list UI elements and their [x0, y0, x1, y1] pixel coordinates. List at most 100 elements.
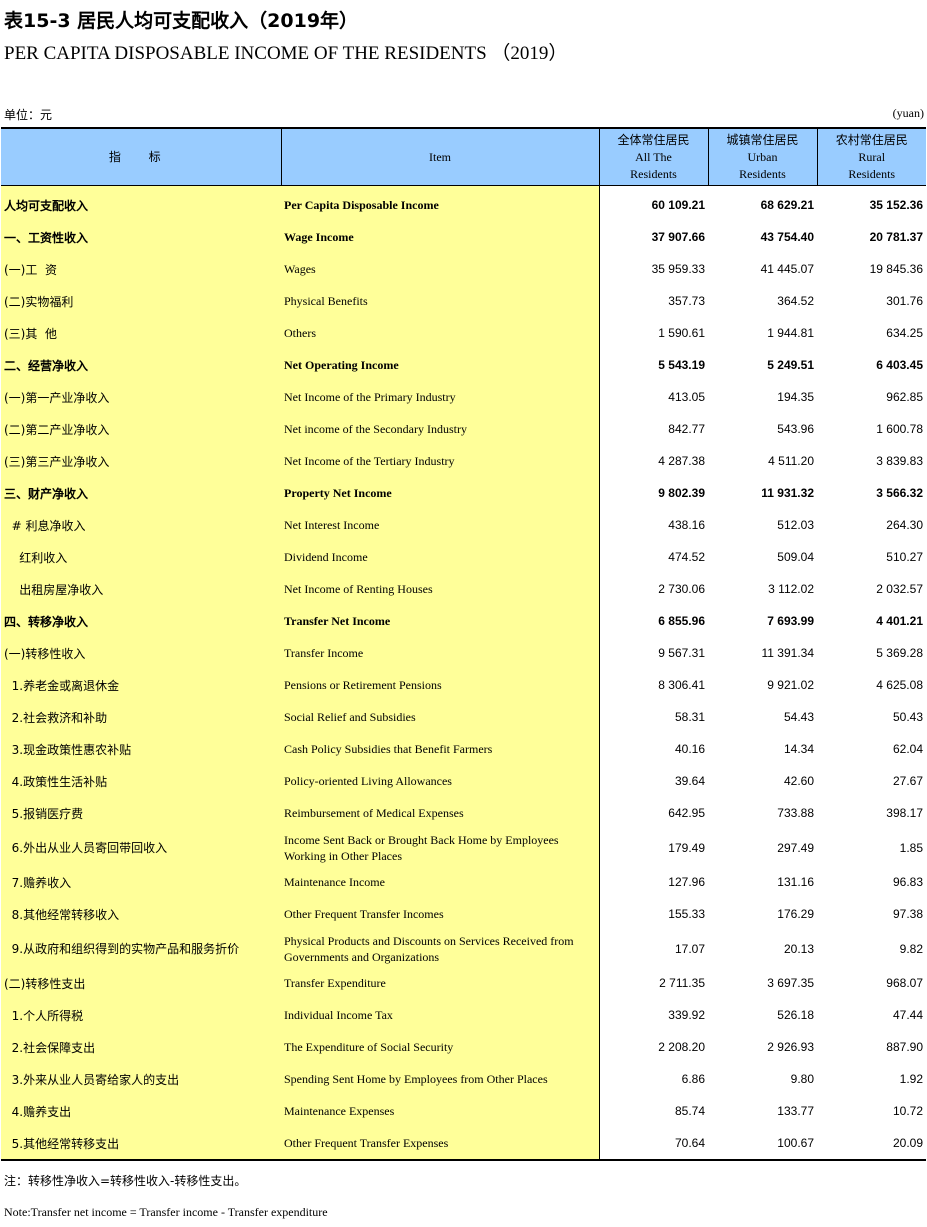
table-row: 四、转移净收入 Transfer Net Income 6 855.96 7 693.… [1, 605, 926, 637]
cell-item-en: The Expenditure of Social Security [281, 1031, 599, 1063]
cell-urban-residents: 733.88 [777, 806, 814, 820]
table-row: 5.报销医疗费 Reimbursement of Medical Expenses… [1, 797, 926, 829]
cell-rural-residents: 27.67 [892, 774, 923, 788]
table-row: 一、工资性收入 Wage Income 37 907.66 43 754.40 20 7… [1, 221, 926, 253]
cell-all-residents: 413.05 [598, 381, 708, 413]
cell-indicator-cn: (二)第二产业净收入 [1, 413, 281, 445]
cell-urban-residents: 512.03 [777, 518, 814, 532]
cell-item-en: Social Relief and Subsidies [281, 701, 599, 733]
cell-indicator-cn: 5.报销医疗费 [1, 797, 281, 829]
cell-all-residents: 4 287.38 [598, 445, 708, 477]
cell-item-en: Wages [281, 253, 599, 285]
page-title-en: PER CAPITA DISPOSABLE INCOME OF THE RESI… [4, 43, 568, 64]
table-row: 2.社会救济和补助 Social Relief and Subsidies 58.… [1, 701, 926, 733]
cell-rural-residents: 62.04 [892, 742, 923, 756]
table-row: 3.外来从业人员寄给家人的支出 Spending Sent Home by Emp… [1, 1063, 926, 1095]
cell-rural-residents: 35 152.36 [869, 198, 923, 212]
header-item: Item [280, 127, 599, 186]
cell-item-en: Per Capita Disposable Income [281, 185, 599, 221]
cell-urban-residents: 5 249.51 [767, 358, 814, 372]
cell-urban-residents: 11 931.32 [761, 486, 814, 500]
cell-item-en: Others [281, 317, 599, 349]
cell-rural-residents: 50.43 [892, 710, 923, 724]
cell-urban-residents: 1 944.81 [767, 326, 814, 340]
cell-item-en: Income Sent Back or Brought Back Home by… [281, 829, 599, 866]
cell-item-en: Wage Income [281, 221, 599, 253]
cell-item-en: Transfer Income [281, 637, 599, 669]
cell-all-residents: 6.86 [598, 1063, 708, 1095]
cell-item-en: Net Operating Income [281, 349, 599, 381]
table-row: (三)第三产业净收入 Net Income of the Tertiary Ind… [1, 445, 926, 477]
cell-all-residents: 40.16 [598, 733, 708, 765]
cell-rural-residents: 5 369.28 [876, 646, 923, 660]
cell-urban-residents: 509.04 [777, 550, 814, 564]
cell-item-en: Maintenance Income [281, 866, 599, 898]
table-header-row: 指 标 Item 全体常住居民 All The Residents 城镇常住居民… [1, 127, 926, 186]
cell-indicator-cn: (二)转移性支出 [1, 967, 281, 999]
cell-rural-residents: 10.72 [892, 1104, 923, 1118]
cell-all-residents: 70.64 [598, 1127, 708, 1161]
cell-item-en: Net Income of Renting Houses [281, 573, 599, 605]
cell-item-en: Physical Benefits [281, 285, 599, 317]
cell-urban-residents: 297.49 [777, 840, 814, 855]
cell-rural-residents: 968.07 [886, 976, 923, 990]
cell-indicator-cn: (二)实物福利 [1, 285, 281, 317]
cell-rural-residents: 2 032.57 [876, 582, 923, 596]
cell-item-en: Net income of the Secondary Industry [281, 413, 599, 445]
cell-rural-residents: 4 401.21 [876, 614, 923, 628]
cell-indicator-cn: 1.个人所得税 [1, 999, 281, 1031]
cell-urban-residents: 43 754.40 [760, 230, 814, 244]
cell-indicator-cn: 5.其他经常转移支出 [1, 1127, 281, 1161]
footnote-en: Note:Transfer net income = Transfer inco… [4, 1205, 328, 1219]
cell-all-residents: 9 802.39 [598, 477, 708, 509]
cell-all-residents: 8 306.41 [598, 669, 708, 701]
cell-indicator-cn: 四、转移净收入 [1, 605, 281, 637]
cell-urban-residents: 7 693.99 [767, 614, 814, 628]
cell-item-en: Policy-oriented Living Allowances [281, 765, 599, 797]
cell-item-en: Property Net Income [281, 477, 599, 509]
table-row: (二)转移性支出 Transfer Expenditure 2 711.35 3 69… [1, 967, 926, 999]
cell-item-en: Cash Policy Subsidies that Benefit Farme… [281, 733, 599, 765]
cell-rural-residents: 20 781.37 [869, 230, 923, 244]
cell-rural-residents: 398.17 [886, 806, 923, 820]
table-row: 8.其他经常转移收入 Other Frequent Transfer Income… [1, 898, 926, 930]
unit-label-cn: 单位：元 [4, 108, 53, 122]
cell-item-en: Other Frequent Transfer Incomes [281, 898, 599, 930]
cell-item-en: Pensions or Retirement Pensions [281, 669, 599, 701]
cell-all-residents: 17.07 [598, 930, 708, 967]
cell-indicator-cn: 1.养老金或离退休金 [1, 669, 281, 701]
cell-rural-residents: 3 839.83 [876, 454, 923, 468]
cell-indicator-cn: 7.赡养收入 [1, 866, 281, 898]
cell-all-residents: 5 543.19 [598, 349, 708, 381]
cell-urban-residents: 364.52 [777, 294, 814, 308]
cell-indicator-cn: 红利收入 [1, 541, 281, 573]
cell-rural-residents: 264.30 [886, 518, 923, 532]
cell-urban-residents: 14.34 [783, 742, 814, 756]
cell-indicator-cn: (一)转移性收入 [1, 637, 281, 669]
header-all-residents: 全体常住居民 All The Residents [598, 127, 708, 186]
table-row: 5.其他经常转移支出 Other Frequent Transfer Expens… [1, 1127, 926, 1161]
cell-item-en: Other Frequent Transfer Expenses [281, 1127, 599, 1161]
cell-rural-residents: 47.44 [892, 1008, 923, 1022]
unit-label-en: (yuan) [892, 106, 924, 120]
cell-item-en: Reimbursement of Medical Expenses [281, 797, 599, 829]
cell-urban-residents: 131.16 [777, 875, 814, 889]
cell-item-en: Net Income of the Tertiary Industry [281, 445, 599, 477]
cell-indicator-cn: 2.社会救济和补助 [1, 701, 281, 733]
table-row: (一)工 资 Wages 35 959.33 41 445.07 19 845.36 [1, 253, 926, 285]
cell-indicator-cn: 二、经营净收入 [1, 349, 281, 381]
cell-urban-residents: 4 511.20 [768, 454, 814, 468]
cell-indicator-cn: 8.其他经常转移收入 [1, 898, 281, 930]
cell-rural-residents: 97.38 [892, 907, 923, 921]
table-row: 1.个人所得税 Individual Income Tax 339.92 526.18… [1, 999, 926, 1031]
cell-rural-residents: 96.83 [892, 875, 923, 889]
cell-indicator-cn: (一)第一产业净收入 [1, 381, 281, 413]
cell-urban-residents: 3 697.35 [767, 976, 814, 990]
cell-all-residents: 339.92 [598, 999, 708, 1031]
table-row: (一)转移性收入 Transfer Income 9 567.31 11 391.34… [1, 637, 926, 669]
cell-item-en: Net Interest Income [281, 509, 599, 541]
table-row: 红利收入 Dividend Income 474.52 509.04 510.27 [1, 541, 926, 573]
cell-rural-residents: 20.09 [817, 1127, 926, 1161]
table-row: (三)其 他 Others 1 590.61 1 944.81 634.25 [1, 317, 926, 349]
cell-urban-residents: 2 926.93 [767, 1040, 814, 1054]
